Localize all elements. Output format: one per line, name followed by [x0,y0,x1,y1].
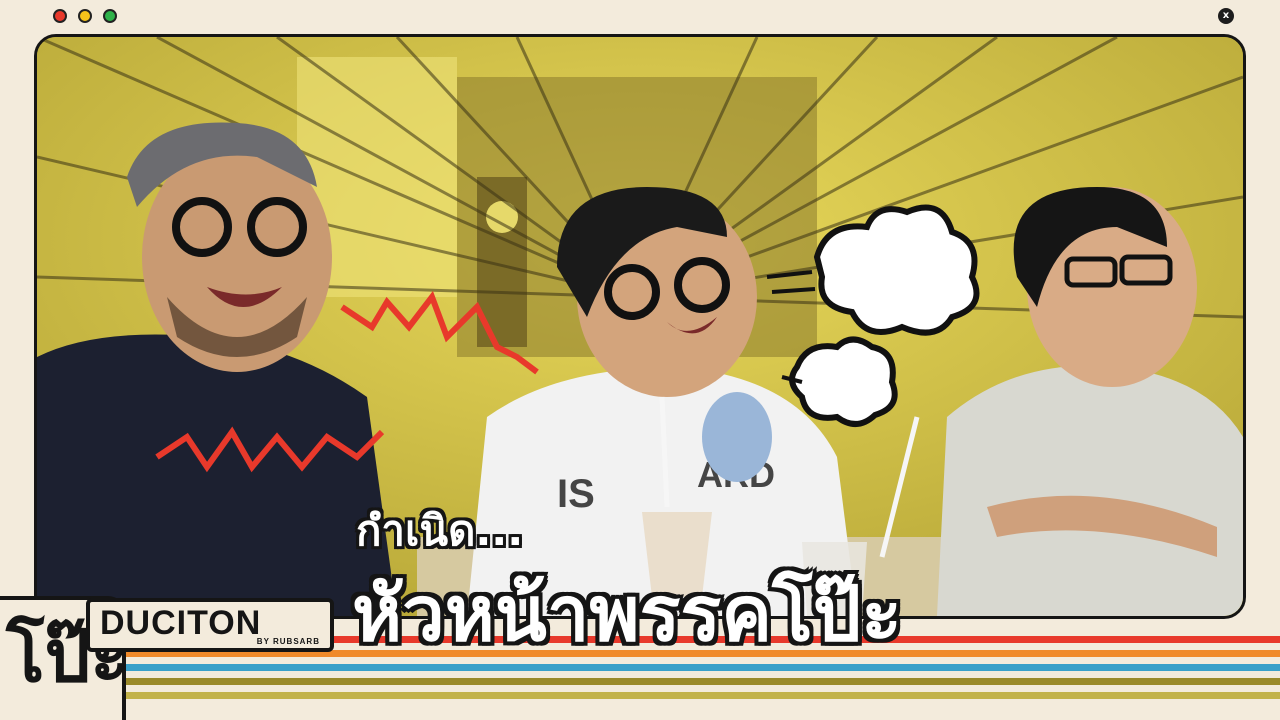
caption-line-1: กำเนิด... [356,506,524,555]
video-frame: IS ARD [34,34,1246,619]
stripe-olive-2 [120,692,1280,699]
stripe-olive [120,678,1280,685]
brand-box: DUCITON BY RUBSARB [86,598,334,652]
svg-text:IS: IS [557,472,595,516]
maximize-window-dot[interactable] [103,9,117,23]
caption-line-2: หัวหน้าพรรคโป๊ะ [352,569,902,658]
close-icon[interactable]: x [1218,8,1234,24]
minimize-window-dot[interactable] [78,9,92,23]
brand-name: DUCITON [100,604,262,642]
scene-illustration: IS ARD [37,37,1243,616]
window-titlebar: x [0,0,1280,32]
brand-subtitle: BY RUBSARB [256,637,320,646]
close-window-dot[interactable] [53,9,67,23]
stripe-blue [120,664,1280,671]
